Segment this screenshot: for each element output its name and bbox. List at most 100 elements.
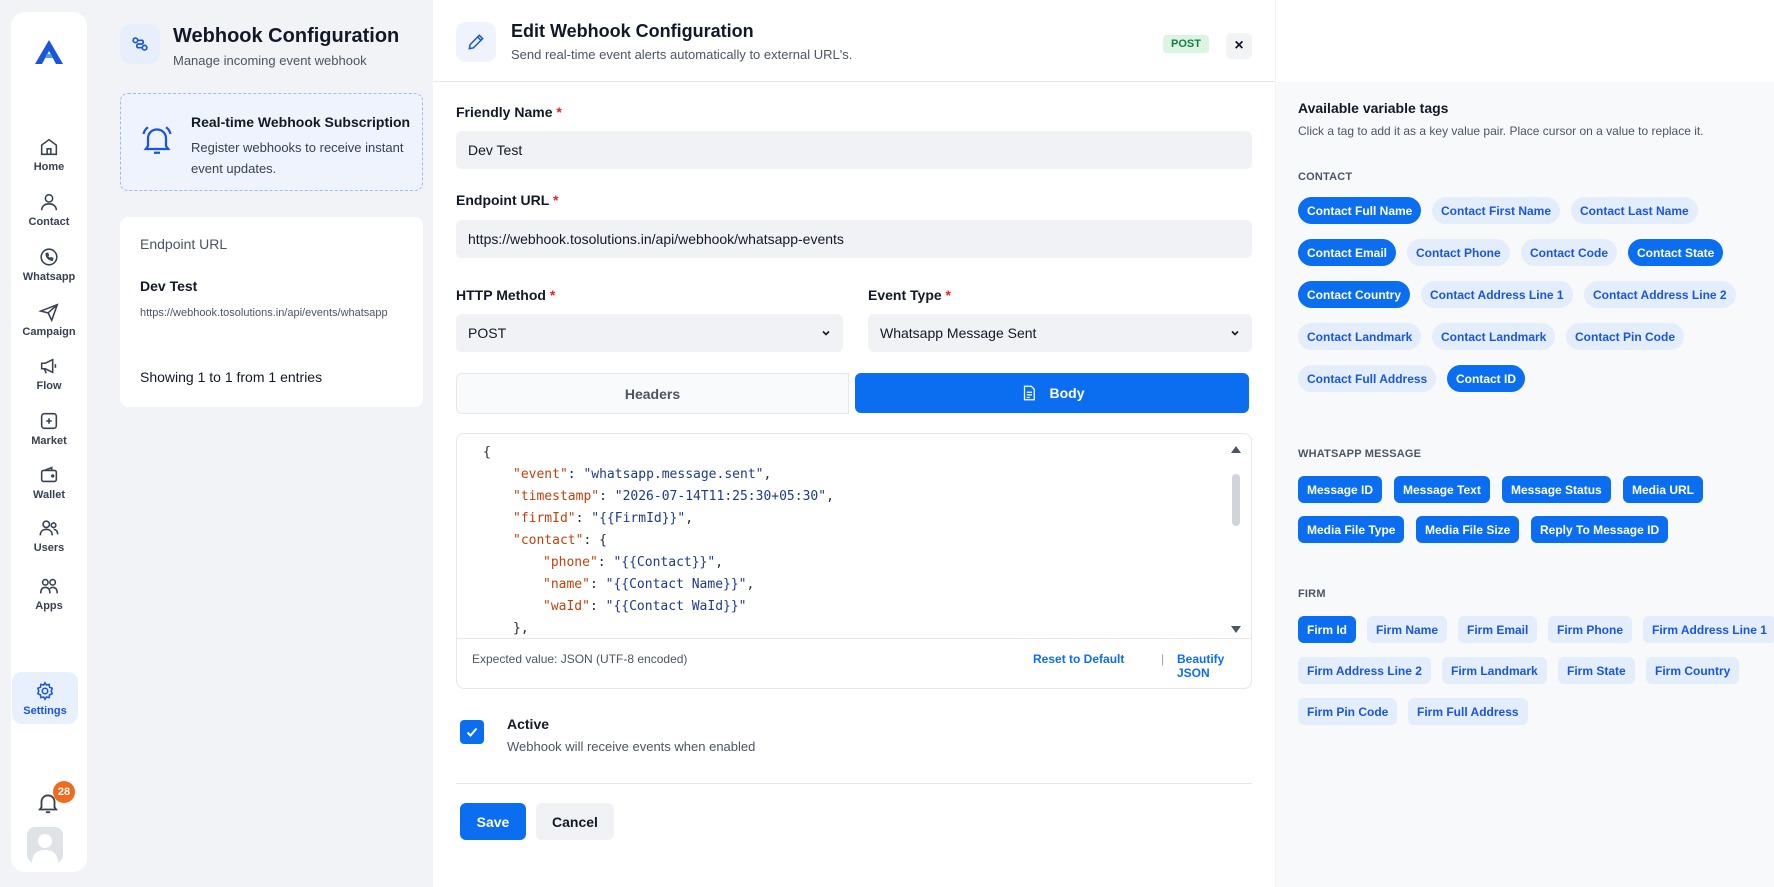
- active-checkbox[interactable]: [460, 720, 484, 744]
- json-code[interactable]: {"event": "whatsapp.message.sent", "times…: [483, 442, 834, 640]
- expected-value-hint: Expected value: JSON (UTF-8 encoded): [472, 652, 688, 666]
- endpoint-url-input[interactable]: https://webhook.tosolutions.in/api/webho…: [456, 220, 1252, 258]
- nav-market[interactable]: Market: [11, 402, 87, 454]
- variable-group-label: FIRM: [1298, 588, 1326, 600]
- app-logo-icon[interactable]: [31, 36, 67, 68]
- variable-tag[interactable]: Contact Address Line 2: [1584, 281, 1736, 308]
- variable-tag[interactable]: Contact Landmark: [1298, 323, 1422, 350]
- beautify-json-link[interactable]: Beautify JSON: [1177, 652, 1251, 680]
- friendly-name-input[interactable]: Dev Test: [456, 131, 1252, 169]
- edit-icon-box: [456, 22, 496, 62]
- chevron-down-icon: [822, 330, 830, 336]
- json-key: "name": [543, 577, 590, 592]
- variable-tag[interactable]: Firm State: [1558, 657, 1635, 684]
- json-body-editor[interactable]: {"event": "whatsapp.message.sent", "times…: [456, 433, 1252, 689]
- scroll-thumb[interactable]: [1232, 474, 1240, 526]
- http-method-select[interactable]: POST: [456, 314, 843, 352]
- chevron-down-icon: [1231, 330, 1239, 336]
- variable-tag[interactable]: Firm Country: [1646, 657, 1740, 684]
- scroll-up-arrow-icon[interactable]: [1231, 446, 1241, 453]
- variable-tag[interactable]: Contact Pin Code: [1566, 323, 1685, 350]
- variable-tag[interactable]: Contact Landmark: [1432, 323, 1556, 350]
- nav-flow[interactable]: Flow: [11, 347, 87, 399]
- nav-apps[interactable]: Apps: [11, 567, 87, 619]
- pencil-icon: [468, 34, 484, 50]
- variable-tag[interactable]: Contact Full Address: [1298, 365, 1437, 392]
- nav-home-label: Home: [33, 160, 65, 173]
- apps-icon: [39, 578, 59, 593]
- variable-tag[interactable]: Firm Landmark: [1442, 657, 1547, 684]
- json-punct: :: [575, 511, 592, 526]
- variable-tag[interactable]: Firm Full Address: [1408, 698, 1528, 725]
- json-value: "{{Contact Name}}": [605, 577, 747, 592]
- json-punct: :: [583, 533, 600, 548]
- variable-tag[interactable]: Firm Phone: [1548, 616, 1633, 643]
- tab-body-label: Body: [1049, 385, 1085, 401]
- tab-headers[interactable]: Headers: [456, 373, 849, 414]
- webhook-config-icon-box: [120, 24, 160, 64]
- variable-tag[interactable]: Message ID: [1298, 476, 1383, 503]
- variable-tag[interactable]: Firm Email: [1458, 616, 1538, 643]
- megaphone-icon: [40, 357, 57, 374]
- event-type-select[interactable]: Whatsapp Message Sent: [868, 314, 1252, 352]
- json-punct: {: [483, 445, 491, 460]
- variable-tag[interactable]: Firm Name: [1367, 616, 1448, 643]
- nav-campaign[interactable]: Campaign: [11, 293, 87, 345]
- variable-tag[interactable]: Firm Pin Code: [1298, 698, 1398, 725]
- json-key: "phone": [543, 555, 598, 570]
- variables-description: Click a tag to add it as a key value pai…: [1298, 124, 1704, 138]
- endpoint-row-name[interactable]: Dev Test: [140, 278, 197, 294]
- nav-settings[interactable]: Settings: [12, 672, 78, 724]
- json-punct: :: [567, 467, 584, 482]
- nav-users[interactable]: Users: [11, 509, 87, 561]
- endpoint-list-card: Endpoint URL Dev Test https://webhook.to…: [120, 217, 423, 407]
- variable-tag[interactable]: Contact Code: [1521, 239, 1617, 266]
- tab-body[interactable]: Body: [855, 373, 1249, 413]
- variable-tag[interactable]: Message Text: [1394, 476, 1490, 503]
- scroll-down-arrow-icon[interactable]: [1231, 626, 1241, 633]
- variable-tag[interactable]: Firm Address Line 2: [1298, 657, 1431, 684]
- variable-tag[interactable]: Contact Last Name: [1571, 197, 1698, 224]
- nav-flow-label: Flow: [36, 379, 62, 392]
- variable-tag[interactable]: Media File Type: [1298, 516, 1405, 543]
- json-punct: {: [599, 533, 607, 548]
- variable-tag[interactable]: Message Status: [1502, 476, 1611, 503]
- json-value: "{{Contact}}": [613, 555, 716, 570]
- variable-tag[interactable]: Contact Address Line 1: [1421, 281, 1573, 308]
- variable-tag[interactable]: Media URL: [1623, 476, 1704, 503]
- json-key: "waId": [543, 599, 590, 614]
- avatar[interactable]: [27, 827, 63, 863]
- edit-webhook-modal: Edit Webhook Configuration Send real-tim…: [433, 0, 1275, 887]
- save-button[interactable]: Save: [460, 803, 526, 840]
- code-line: "waId": "{{Contact WaId}}": [483, 596, 834, 618]
- variable-tag[interactable]: Reply To Message ID: [1531, 516, 1669, 543]
- json-punct: ,: [826, 489, 834, 504]
- cancel-button[interactable]: Cancel: [536, 803, 614, 840]
- json-punct: :: [597, 555, 614, 570]
- close-button[interactable]: ×: [1226, 33, 1252, 59]
- variable-tag[interactable]: Contact ID: [1447, 365, 1525, 392]
- variable-tag[interactable]: Firm Id: [1298, 616, 1357, 643]
- variable-group-label: WHATSAPP MESSAGE: [1298, 448, 1422, 460]
- variable-tag[interactable]: Contact Email: [1298, 239, 1397, 266]
- variable-tag[interactable]: Media File Size: [1416, 516, 1520, 543]
- editor-scrollbar[interactable]: [1225, 434, 1247, 638]
- editor-footer-divider: [457, 638, 1251, 639]
- nav-contact[interactable]: Contact: [11, 183, 87, 235]
- nav-wallet[interactable]: Wallet: [11, 456, 87, 508]
- json-punct: ,: [763, 467, 772, 482]
- variable-tag[interactable]: Contact Phone: [1407, 239, 1510, 266]
- code-line: "event": "whatsapp.message.sent",: [483, 464, 834, 486]
- subscription-card[interactable]: Real-time Webhook Subscription Register …: [120, 93, 423, 191]
- users-icon: [39, 519, 59, 535]
- variable-tag[interactable]: Firm Address Line 1: [1643, 616, 1774, 643]
- nav-home[interactable]: Home: [11, 128, 87, 180]
- reset-to-default-link[interactable]: Reset to Default: [1033, 652, 1124, 666]
- code-line: "contact": {: [483, 530, 834, 552]
- nav-whatsapp[interactable]: Whatsapp: [11, 238, 87, 290]
- variable-tag[interactable]: Contact State: [1628, 239, 1724, 266]
- variable-tag[interactable]: Contact Full Name: [1298, 197, 1422, 224]
- variable-tag[interactable]: Contact Country: [1298, 281, 1410, 308]
- variable-tag[interactable]: Contact First Name: [1432, 197, 1561, 224]
- json-value: "2026-07-14T11:25:30+05:30": [614, 489, 827, 504]
